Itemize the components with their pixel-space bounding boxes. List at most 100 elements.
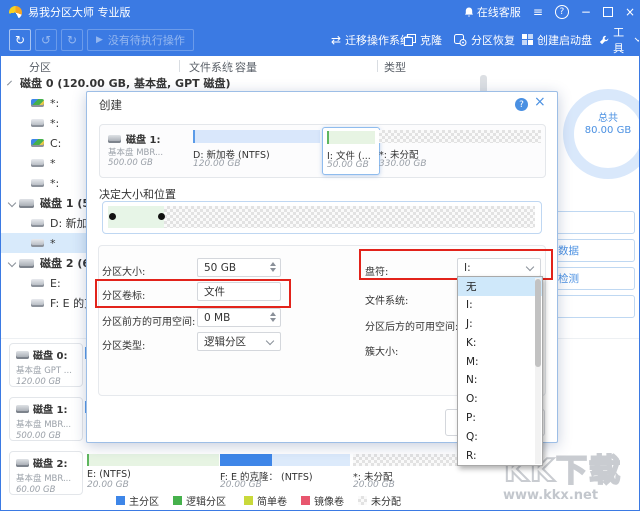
- partition-e-bar[interactable]: [87, 454, 219, 466]
- disk-icon: [16, 404, 29, 413]
- right-panel-button-4[interactable]: [549, 295, 635, 318]
- tools-button[interactable]: 工具: [599, 23, 639, 56]
- pending-operations-button[interactable]: ▶ 没有待执行操作: [87, 28, 194, 51]
- dropdown-item[interactable]: O:: [458, 390, 542, 409]
- legend-swatch: [116, 496, 125, 505]
- redo-button[interactable]: ↻: [61, 28, 83, 51]
- filesystem-label: 文件系统:: [365, 296, 409, 307]
- refresh-button[interactable]: ↻: [9, 28, 31, 51]
- app-window: 易我分区大师 专业版 在线客服 ≡ ? − × ↻ ↺ ↻ ▶ 没有待执行操作 …: [0, 0, 640, 511]
- main-toolbar: ↻ ↺ ↻ ▶ 没有待执行操作 ⇄ 迁移操作系统 克隆 分区恢复 创建启动盘 工…: [1, 23, 639, 56]
- app-title: 易我分区大师 专业版: [28, 6, 131, 19]
- dialog-close-icon[interactable]: ×: [534, 95, 546, 109]
- disk-2-card[interactable]: 磁盘 2: 基本盘 MBR... 60.00 GB: [9, 451, 83, 495]
- legend-swatch: [301, 496, 310, 505]
- legend-unallocated: 未分配: [358, 493, 401, 508]
- minimize-button[interactable]: −: [581, 1, 591, 23]
- spinner[interactable]: [270, 262, 276, 272]
- dropdown-item[interactable]: J:: [458, 315, 542, 334]
- chevron-down-icon: [634, 34, 639, 42]
- slider-unallocated-region: [164, 206, 535, 228]
- disk-0-card[interactable]: 磁盘 0: 基本盘 GPT ... 120.00 GB: [9, 343, 83, 387]
- partition-size-input[interactable]: 50 GB: [197, 258, 281, 277]
- partition-type-select[interactable]: 逻辑分区: [197, 332, 281, 351]
- tree-disk-0[interactable]: 磁盘 0 (120.00 GB, 基本盘, GPT 磁盘): [1, 73, 231, 93]
- legend-primary: 主分区: [116, 493, 159, 508]
- play-icon: ▶: [96, 34, 103, 45]
- annotation-box-volume-label: [95, 279, 291, 308]
- titlebar-help-button[interactable]: ?: [554, 5, 569, 19]
- column-capacity: 容量: [235, 61, 257, 74]
- create-boot-disk-button[interactable]: 创建启动盘: [522, 23, 592, 56]
- legend-swatch: [244, 496, 253, 505]
- dropdown-item[interactable]: 无: [458, 277, 542, 296]
- scrollbar-thumb[interactable]: [535, 279, 541, 367]
- dropdown-item[interactable]: P:: [458, 409, 542, 428]
- clone-button[interactable]: 克隆: [404, 23, 442, 56]
- slider-handle-left[interactable]: [109, 213, 116, 220]
- migrate-os-button[interactable]: ⇄ 迁移操作系统: [331, 23, 411, 56]
- menu-icon[interactable]: ≡: [533, 1, 543, 23]
- map-partition-i-bar: [327, 131, 375, 144]
- column-divider: [377, 60, 378, 72]
- expander-icon: [7, 258, 17, 268]
- partition-type-label: 分区类型:: [102, 341, 146, 352]
- volume-icon: [31, 159, 44, 167]
- disk-icon: [16, 350, 29, 359]
- disk-icon: [108, 134, 121, 143]
- space-after-label: 分区后方的可用空间:: [365, 322, 459, 333]
- maximize-button[interactable]: [602, 7, 613, 17]
- cluster-size-label: 簇大小:: [365, 347, 399, 358]
- volume-icon: [31, 299, 44, 307]
- volume-icon: [31, 99, 44, 107]
- right-panel-button-1[interactable]: [549, 211, 635, 234]
- volume-icon: [31, 279, 44, 287]
- slider-handle-right[interactable]: [158, 213, 165, 220]
- volume-icon: [31, 239, 44, 247]
- watermark-url: www.kkx.net: [503, 488, 599, 503]
- volume-icon: [31, 139, 44, 147]
- size-position-section-title: 决定大小和位置: [99, 188, 176, 201]
- expander-icon: [7, 198, 17, 208]
- online-service-button[interactable]: 在线客服: [464, 4, 521, 20]
- partition-f-bar[interactable]: [220, 454, 350, 466]
- undo-button[interactable]: ↺: [35, 28, 57, 51]
- close-button[interactable]: ×: [625, 1, 635, 23]
- slider-partition-region: [108, 206, 164, 228]
- disk-icon: [16, 458, 29, 467]
- right-panel-button-3[interactable]: 检测: [549, 267, 635, 290]
- size-slider[interactable]: [102, 201, 542, 234]
- volume-icon: [31, 219, 44, 227]
- partition-recovery-button[interactable]: 分区恢复: [454, 23, 515, 56]
- bell-icon: [464, 7, 473, 17]
- dropdown-scrollbar[interactable]: [535, 278, 541, 464]
- disk-1-card[interactable]: 磁盘 1: 基本盘 MBR... 500.00 GB: [9, 397, 83, 441]
- map-partition-d-bar[interactable]: [193, 130, 320, 143]
- migrate-icon: ⇄: [331, 32, 342, 47]
- spinner[interactable]: [270, 312, 276, 322]
- dropdown-item[interactable]: N:: [458, 371, 542, 390]
- map-partition-i-selected[interactable]: I: 文件 (... 50.00 GB: [322, 127, 380, 175]
- space-before-input[interactable]: 0 MB: [197, 308, 281, 327]
- disk-icon: [19, 258, 34, 268]
- legend-logical: 逻辑分区: [173, 493, 226, 508]
- drive-letter-dropdown: 无 I: J: K: M: N: O: P: Q: R:: [457, 276, 543, 466]
- dialog-help-icon[interactable]: ?: [515, 98, 528, 111]
- volume-icon: [31, 179, 44, 187]
- bootdisk-icon: [522, 34, 533, 45]
- dropdown-item[interactable]: Q:: [458, 427, 542, 446]
- column-type: 类型: [384, 61, 406, 74]
- right-panel-button-2[interactable]: 数据: [549, 239, 635, 262]
- title-bar: 易我分区大师 专业版 在线客服 ≡ ? − ×: [1, 1, 639, 23]
- legend-swatch: [358, 496, 367, 505]
- partition-size-label: 分区大小:: [102, 267, 146, 278]
- dropdown-item[interactable]: M:: [458, 352, 542, 371]
- disk-icon: [19, 198, 34, 208]
- dropdown-item[interactable]: R:: [458, 446, 542, 465]
- dropdown-item[interactable]: I:: [458, 296, 542, 315]
- chevron-down-icon: [265, 336, 275, 346]
- dialog-title: 创建: [99, 98, 122, 112]
- app-logo-icon: [9, 5, 22, 19]
- map-unallocated-bar[interactable]: [379, 130, 541, 143]
- dropdown-item[interactable]: K:: [458, 333, 542, 352]
